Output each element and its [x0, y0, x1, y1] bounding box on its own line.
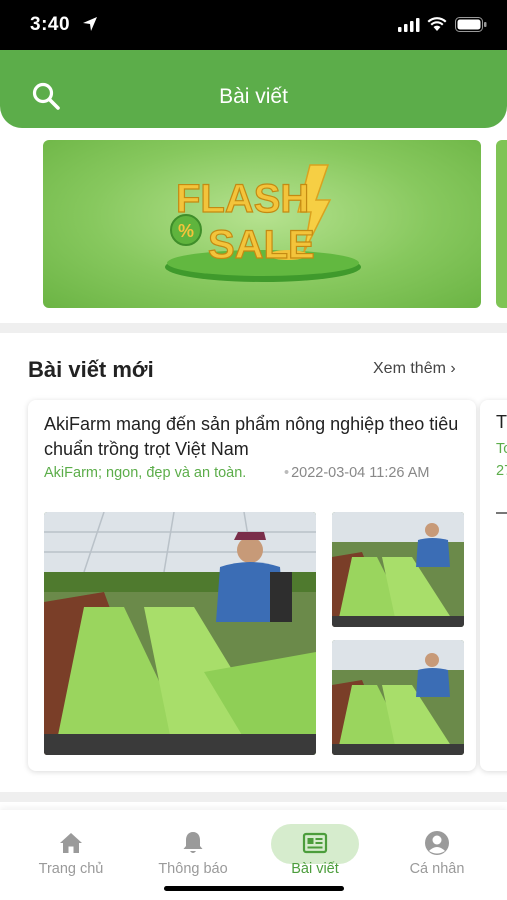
home-icon	[60, 833, 82, 853]
status-time: 3:40	[30, 14, 71, 35]
article-title-peek: T	[496, 412, 507, 432]
banner-carousel[interactable]: FLASH SALE %	[0, 128, 507, 323]
section-divider-bottom	[0, 792, 507, 802]
article-card-next-peek[interactable]: T Tc 27	[480, 400, 507, 771]
article-image-3[interactable]	[332, 640, 464, 755]
wifi-icon	[427, 17, 447, 31]
status-bar: 3:40	[0, 0, 507, 50]
article-date: • 2022-03-04 11:26 AM	[284, 462, 464, 484]
page-title: Bài viết	[219, 85, 288, 108]
article-date-text: 2022-03-04 11:26 AM	[291, 465, 430, 481]
article-title: AkiFarm mang đến sản phẩm nông nghiệp th…	[44, 414, 459, 459]
flash-text: FLASH	[176, 177, 309, 221]
app-header: Bài viết	[0, 50, 507, 128]
nav-item-articles[interactable]: Bài viết	[255, 810, 375, 880]
percent-badge: %	[178, 221, 194, 241]
next-banner-peek[interactable]	[496, 140, 507, 308]
battery-icon	[455, 17, 487, 32]
article-card[interactable]: AkiFarm mang đến sản phẩm nông nghiệp th…	[28, 400, 476, 771]
flash-sale-banner[interactable]: FLASH SALE %	[43, 140, 481, 308]
nav-item-notifications[interactable]: Thông báo	[133, 810, 253, 880]
section-divider	[0, 323, 507, 333]
nav-label-home: Trang chủ	[38, 861, 104, 877]
article-icon	[302, 832, 328, 854]
nav-item-home[interactable]: Trang chủ	[11, 810, 131, 880]
see-more-link[interactable]: Xem thêm ›	[373, 360, 456, 378]
article-image-2[interactable]	[332, 512, 464, 627]
home-indicator	[164, 886, 344, 891]
cellular-signal-icon	[398, 18, 420, 32]
sale-text: SALE	[208, 223, 315, 267]
location-arrow-icon	[83, 17, 97, 31]
nav-item-profile[interactable]: Cá nhân	[377, 810, 497, 880]
user-icon	[425, 831, 449, 855]
nav-label-articles: Bài viết	[291, 861, 339, 877]
flash-sale-artwork: FLASH SALE %	[165, 164, 361, 282]
bell-icon	[183, 832, 203, 853]
article-image-main[interactable]	[44, 512, 316, 755]
nav-label-notifications: Thông báo	[158, 861, 228, 877]
nav-label-profile: Cá nhân	[409, 861, 465, 877]
date-bullet: •	[284, 465, 290, 481]
article-tags: AkiFarm; ngon, đẹp và an toàn.	[44, 465, 247, 481]
peek-divider	[496, 512, 507, 514]
section-title: Bài viết mới	[28, 357, 154, 382]
article-tags-peek: Tc 27	[496, 441, 507, 479]
